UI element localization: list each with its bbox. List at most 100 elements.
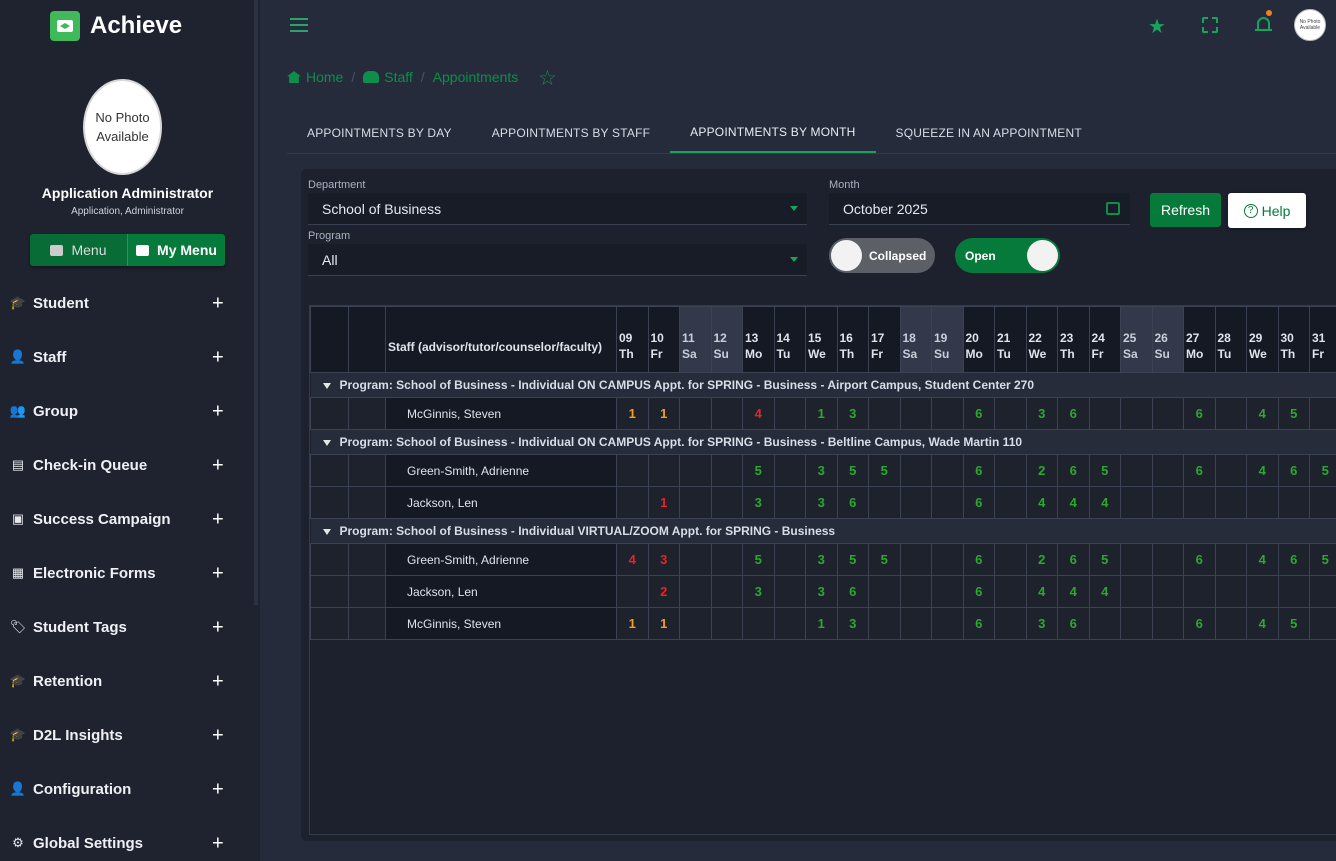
- expand-plus-icon[interactable]: +: [212, 671, 224, 694]
- hamburger-menu-icon[interactable]: [290, 18, 308, 32]
- day-count-cell[interactable]: 6: [836, 575, 869, 608]
- day-count-cell[interactable]: 2: [1025, 454, 1058, 487]
- help-button[interactable]: ? Help: [1228, 193, 1306, 228]
- expand-plus-icon[interactable]: +: [212, 617, 224, 640]
- day-count-cell[interactable]: 6: [836, 486, 869, 519]
- day-count-cell[interactable]: 3: [836, 607, 869, 640]
- program-group-row[interactable]: Program: School of Business - Individual…: [310, 518, 1336, 544]
- add-favorite-star-icon[interactable]: ☆: [538, 66, 557, 91]
- day-count-cell[interactable]: 6: [1183, 454, 1216, 487]
- collapse-caret-icon[interactable]: [322, 382, 331, 389]
- day-count-cell[interactable]: 4: [1025, 486, 1058, 519]
- day-count-cell[interactable]: 5: [742, 454, 775, 487]
- day-count-cell[interactable]: 4: [1246, 454, 1279, 487]
- expand-plus-icon[interactable]: +: [212, 401, 224, 424]
- staff-name[interactable]: McGinnis, Steven: [385, 607, 617, 640]
- brand[interactable]: Achieve: [50, 11, 182, 41]
- day-count-cell[interactable]: 5: [1309, 543, 1336, 576]
- program-group-row[interactable]: Program: School of Business - Individual…: [310, 429, 1336, 455]
- day-count-cell[interactable]: 1: [616, 397, 649, 430]
- day-count-cell[interactable]: 6: [1057, 397, 1090, 430]
- tab-appointments-by-month[interactable]: APPOINTMENTS BY MONTH: [670, 112, 876, 153]
- day-count-cell[interactable]: 3: [805, 486, 838, 519]
- sidebar-item-check-in-queue[interactable]: ▤ Check-in Queue +: [0, 438, 255, 492]
- sidebar-item-retention[interactable]: 🎓 Retention +: [0, 654, 255, 708]
- day-count-cell[interactable]: 4: [1057, 575, 1090, 608]
- collapsed-toggle[interactable]: Collapsed: [829, 238, 935, 273]
- day-count-cell[interactable]: 6: [962, 486, 995, 519]
- staff-name[interactable]: Green-Smith, Adrienne: [385, 454, 617, 487]
- day-count-cell[interactable]: 6: [962, 575, 995, 608]
- day-count-cell[interactable]: 2: [1025, 543, 1058, 576]
- day-count-cell[interactable]: 5: [1088, 454, 1121, 487]
- day-count-cell[interactable]: 6: [962, 607, 995, 640]
- collapse-caret-icon[interactable]: [322, 439, 331, 446]
- expand-plus-icon[interactable]: +: [212, 509, 224, 532]
- day-count-cell[interactable]: 1: [647, 607, 680, 640]
- day-count-cell[interactable]: 5: [868, 543, 901, 576]
- staff-name[interactable]: Green-Smith, Adrienne: [385, 543, 617, 576]
- day-count-cell[interactable]: 1: [616, 607, 649, 640]
- day-count-cell[interactable]: 4: [1088, 486, 1121, 519]
- my-menu-button[interactable]: My Menu: [127, 234, 225, 266]
- day-count-cell[interactable]: 5: [1309, 454, 1336, 487]
- day-count-cell[interactable]: 6: [962, 397, 995, 430]
- sidebar-item-global-settings[interactable]: ⚙ Global Settings +: [0, 816, 255, 861]
- day-count-cell[interactable]: 4: [1246, 607, 1279, 640]
- sidebar-item-group[interactable]: 👥 Group +: [0, 384, 255, 438]
- day-count-cell[interactable]: 4: [1246, 397, 1279, 430]
- day-count-cell[interactable]: 3: [742, 486, 775, 519]
- expand-plus-icon[interactable]: +: [212, 347, 224, 370]
- day-count-cell[interactable]: 2: [647, 575, 680, 608]
- menu-button[interactable]: Menu: [30, 234, 127, 266]
- day-count-cell[interactable]: 1: [805, 397, 838, 430]
- expand-plus-icon[interactable]: +: [212, 293, 224, 316]
- program-group-row[interactable]: Program: School of Business - Individual…: [310, 372, 1336, 398]
- breadcrumb-staff[interactable]: Staff: [384, 69, 413, 85]
- expand-plus-icon[interactable]: +: [212, 779, 224, 802]
- day-count-cell[interactable]: 6: [1183, 543, 1216, 576]
- day-count-cell[interactable]: 4: [1246, 543, 1279, 576]
- sidebar-item-staff[interactable]: 👤 Staff +: [0, 330, 255, 384]
- department-select[interactable]: School of Business: [308, 193, 807, 225]
- day-count-cell[interactable]: 4: [1025, 575, 1058, 608]
- day-count-cell[interactable]: 4: [1088, 575, 1121, 608]
- day-count-cell[interactable]: 1: [647, 397, 680, 430]
- day-count-cell[interactable]: 5: [742, 543, 775, 576]
- notification-bell-icon[interactable]: [1255, 14, 1272, 32]
- favorites-star-icon[interactable]: ★: [1148, 14, 1166, 39]
- day-count-cell[interactable]: 6: [1277, 454, 1310, 487]
- sidebar-item-student-tags[interactable]: 🏷 Student Tags +: [0, 600, 255, 654]
- expand-plus-icon[interactable]: +: [212, 563, 224, 586]
- day-count-cell[interactable]: 4: [616, 543, 649, 576]
- top-avatar[interactable]: No Photo Available: [1294, 9, 1326, 41]
- collapse-caret-icon[interactable]: [322, 528, 331, 535]
- day-count-cell[interactable]: 5: [1088, 543, 1121, 576]
- day-count-cell[interactable]: 6: [962, 454, 995, 487]
- tab-appointments-by-day[interactable]: APPOINTMENTS BY DAY: [287, 112, 472, 153]
- day-count-cell[interactable]: 6: [1057, 607, 1090, 640]
- staff-name[interactable]: Jackson, Len: [385, 486, 617, 519]
- calendar-icon[interactable]: [1106, 202, 1120, 215]
- expand-plus-icon[interactable]: +: [212, 725, 224, 748]
- day-count-cell[interactable]: 3: [1025, 397, 1058, 430]
- day-count-cell[interactable]: 6: [1057, 543, 1090, 576]
- day-count-cell[interactable]: 4: [1057, 486, 1090, 519]
- open-toggle[interactable]: Open: [955, 238, 1060, 273]
- day-count-cell[interactable]: 5: [1277, 397, 1310, 430]
- tab-appointments-by-staff[interactable]: APPOINTMENTS BY STAFF: [472, 112, 670, 153]
- staff-name[interactable]: McGinnis, Steven: [385, 397, 617, 430]
- month-picker[interactable]: October 2025: [829, 193, 1130, 225]
- refresh-button[interactable]: Refresh: [1150, 193, 1221, 227]
- program-select[interactable]: All: [308, 244, 807, 276]
- day-count-cell[interactable]: 3: [836, 397, 869, 430]
- day-count-cell[interactable]: 5: [836, 454, 869, 487]
- day-count-cell[interactable]: 3: [805, 454, 838, 487]
- day-count-cell[interactable]: 6: [1183, 397, 1216, 430]
- day-count-cell[interactable]: 3: [647, 543, 680, 576]
- day-count-cell[interactable]: 5: [836, 543, 869, 576]
- day-count-cell[interactable]: 1: [805, 607, 838, 640]
- tab-squeeze-in[interactable]: SQUEEZE IN AN APPOINTMENT: [876, 112, 1102, 153]
- day-count-cell[interactable]: 5: [1277, 607, 1310, 640]
- day-count-cell[interactable]: 4: [742, 397, 775, 430]
